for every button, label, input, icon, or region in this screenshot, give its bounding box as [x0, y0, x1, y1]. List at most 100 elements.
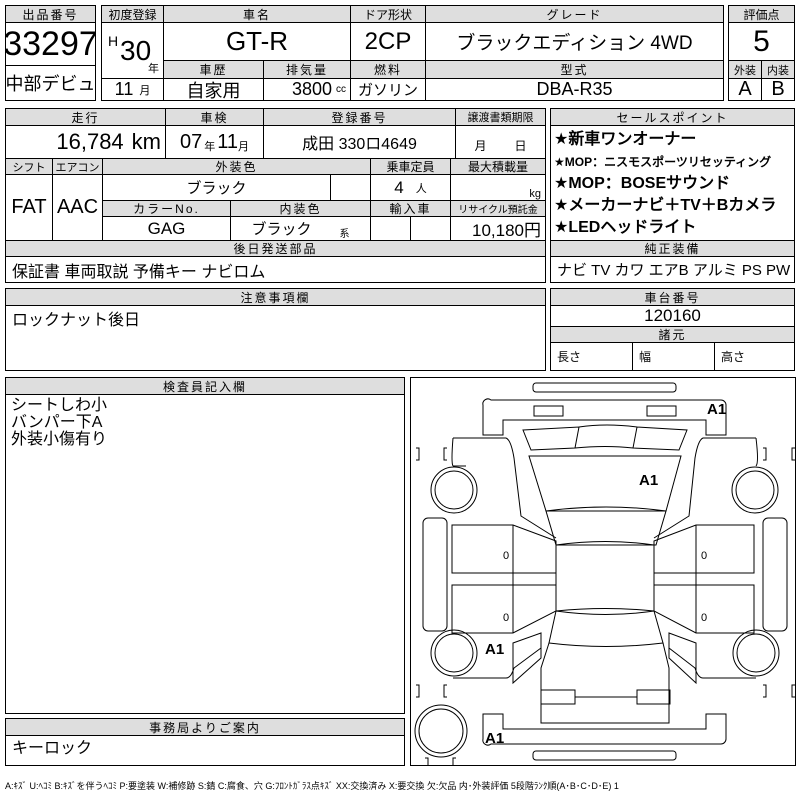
lot-label: 出品番号: [5, 5, 96, 23]
sales-point: ★新車ワンオーナー: [554, 131, 697, 148]
door-mark: 0: [701, 550, 708, 562]
ext-color-label: 外装色: [102, 158, 371, 175]
notes-box: ロックナット後日: [5, 305, 546, 371]
transfer-deadline: 月 日: [455, 125, 546, 159]
history-label: 車歴: [163, 60, 264, 79]
ext-color: ブラック: [102, 174, 331, 201]
ac-label: エアコン: [52, 158, 103, 175]
ac: AAC: [52, 174, 103, 241]
damage-mark-rear-left: A1: [485, 641, 505, 658]
mileage-label: 走行: [5, 108, 166, 126]
chassis-label: 車台番号: [550, 288, 795, 306]
displacement-value: 3800: [291, 79, 332, 99]
import-cell-1: [370, 216, 411, 241]
parts: 保証書 車両取説 予備キー ナビロム: [5, 256, 546, 283]
int-color-suffix: 系: [339, 229, 350, 240]
fuel: ガソリン: [350, 78, 426, 101]
color-no: GAG: [102, 216, 231, 241]
ext-color-extra: [330, 174, 371, 201]
capacity-unit: 人: [415, 182, 427, 195]
sales-point: ★LEDヘッドライト: [554, 219, 697, 236]
capacity-value: 4: [394, 177, 404, 197]
inspector-line: シートしわ小: [11, 397, 108, 414]
interior-grade: B: [761, 78, 795, 101]
inspection-month: 11: [217, 130, 238, 153]
transfer-day: 日: [514, 139, 527, 153]
year-unit: 年: [148, 63, 159, 75]
inspector-line: 外装小傷有り: [11, 431, 108, 448]
sales-points-label: セールスポイント: [550, 108, 795, 126]
import-cell-2: [410, 216, 451, 241]
mileage-unit: km: [131, 129, 161, 154]
mileage-value: 16,784: [56, 129, 124, 154]
equipment-label: 純正装備: [550, 240, 795, 257]
damage-mark-front-bumper: A1: [707, 401, 727, 418]
model-code: DBA-R35: [425, 78, 724, 101]
import-label: 輸入車: [370, 200, 451, 217]
grade: ブラックエディション 4WD: [425, 22, 724, 61]
displacement: 3800 cc: [263, 78, 351, 101]
legend-footer: A:ｷｽﾞ U:ﾍｺﾐ B:ｷｽﾞを伴うﾍｺﾐ P:要塗装 W:補修跡 S:錆 …: [5, 781, 619, 791]
plate-number: 成田 330ロ4649: [263, 125, 456, 159]
int-color-label: 内装色: [230, 200, 371, 217]
load-label: 最大積載量: [450, 158, 546, 175]
notes-label: 注意事項欄: [5, 288, 546, 306]
equipment: ナビ TV カワ エアB アルミ PS PW: [550, 256, 795, 283]
car-outline-icon: [414, 382, 795, 765]
max-load: kg: [450, 174, 546, 201]
damage-mark-hood: A1: [639, 472, 659, 489]
chassis-number: 120160: [550, 305, 795, 327]
lot-number: 33297: [5, 22, 96, 66]
recycle-fee: 10,180円: [450, 216, 546, 241]
shift: FAT: [5, 174, 53, 241]
parts-label: 後日発送部品: [5, 240, 546, 257]
int-color-value: ブラック: [251, 221, 312, 238]
mileage: 16,784 km: [5, 125, 166, 159]
width-label: 幅: [632, 342, 715, 371]
inspector-label: 検査員記入欄: [5, 377, 405, 395]
grade-label: グレード: [425, 5, 724, 23]
inspection-year-unit: 年: [204, 141, 216, 153]
int-color: ブラック 系: [230, 216, 371, 241]
notes-text: ロックナット後日: [12, 312, 141, 329]
month: 11: [114, 79, 134, 99]
plate-label: 登録番号: [263, 108, 456, 126]
office-box: キーロック: [5, 735, 405, 766]
first-reg-month: 11 月: [101, 78, 164, 101]
office-label: 事務局よりご案内: [5, 718, 405, 736]
history: 自家用: [163, 78, 264, 101]
office-text: キーロック: [12, 740, 93, 757]
venue: 中部デビュ: [5, 65, 96, 101]
displacement-label: 排気量: [263, 60, 351, 79]
inspection-year: 07: [179, 130, 203, 153]
height-label: 高さ: [714, 342, 795, 371]
first-reg-year: H 30 年: [101, 22, 164, 79]
interior-label: 内装: [761, 60, 795, 79]
sales-point: ★メーカーナビ＋TV＋Bカメラ: [554, 197, 777, 214]
damage-diagram: A1 A1 A1 A1 0 0 0 0: [410, 377, 796, 766]
exterior-grade: A: [728, 78, 762, 101]
door-mark: 0: [701, 612, 708, 624]
sales-point: ★MOP：BOSEサウンド: [554, 175, 731, 192]
car-name-label: 車名: [163, 5, 351, 23]
door-mark: 0: [503, 550, 510, 562]
car-name: GT-R: [163, 22, 351, 61]
capacity-label: 乗車定員: [370, 158, 451, 175]
transfer-label: 譲渡書類期限: [455, 108, 546, 126]
sales-points-list: ★新車ワンオーナー ★MOP：ニスモスポーツリセッティング ★MOP：BOSEサ…: [550, 125, 795, 241]
shift-label: シフト: [5, 158, 53, 175]
inspection-month-unit: 月: [238, 141, 249, 153]
score-value: 5: [728, 22, 795, 61]
door-label: ドア形状: [350, 5, 426, 23]
inspection-label: 車検: [165, 108, 264, 126]
inspector-box: シートしわ小 バンパー下A 外装小傷有り: [5, 394, 405, 714]
inspector-line: バンパー下A: [11, 414, 103, 431]
capacity: 4 人: [370, 174, 451, 201]
era: H: [108, 33, 119, 49]
model-label: 型式: [425, 60, 724, 79]
inspection-date: 07 年 11 月: [165, 125, 264, 159]
sales-point: ★MOP：ニスモスポーツリセッティング: [554, 155, 772, 169]
spec-label: 諸元: [550, 326, 795, 343]
fuel-label: 燃料: [350, 60, 426, 79]
length-label: 長さ: [550, 342, 633, 371]
